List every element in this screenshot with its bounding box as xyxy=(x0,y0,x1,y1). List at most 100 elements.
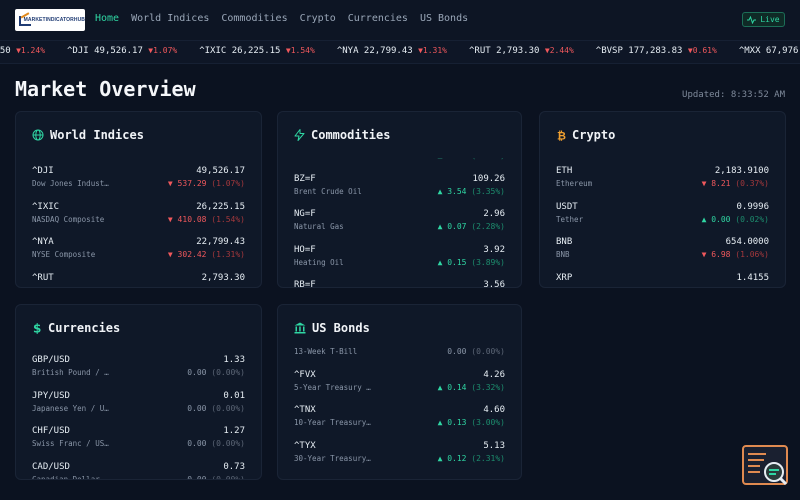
row-name: Heating Oil xyxy=(294,257,344,267)
card-rows: ETH Ethereum 2,183.9100 ▼ 8.21 (0.37%) USDT T… xyxy=(540,166,785,287)
row-change-percent: (3.35%) xyxy=(471,186,505,196)
ticker-change: ▼1.24% xyxy=(16,46,46,55)
row-change-value: ▼ 410.08 xyxy=(167,214,212,224)
row-change: 0.00 (0.00%) xyxy=(187,475,245,480)
row-name: 13-Week T-Bill xyxy=(294,347,358,356)
market-row[interactable]: ^DJI Dow Jones Indust… 49,526.17 ▼ 537.29 (… xyxy=(32,166,245,194)
row-name: NASDAQ Composite xyxy=(32,214,105,224)
market-row[interactable]: JPY/USD Japanese Yen / U… 0.01 0.00 (0.00%) xyxy=(32,391,245,419)
ticker-item: ^NYA 22,799.43 ▼1.31% xyxy=(337,46,447,56)
top-nav: MARKETINDICATORHUB Home World Indices Co… xyxy=(0,0,800,40)
nav-link-home[interactable]: Home xyxy=(95,13,119,24)
market-row[interactable]: GBP/USD British Pound / … 1.33 0.00 (0.00%) xyxy=(32,355,245,383)
nav-link-currencies[interactable]: Currencies xyxy=(348,13,408,24)
commodities-card: Commodities CL=FCrude Oil WTI▲ 4.10 (4.2… xyxy=(277,111,522,288)
row-symbol: CAD/USD xyxy=(32,461,70,472)
card-rows: GBP/USD British Pound / … 1.33 0.00 (0.00%)… xyxy=(16,355,261,479)
ticker-change: ▼0.61% xyxy=(687,46,717,55)
market-row[interactable]: BNB BNB 654.0000 ▼ 6.98 (1.06%) xyxy=(556,237,769,265)
nav-link-us-bonds[interactable]: US Bonds xyxy=(420,13,468,24)
row-price: 2,183.9100 xyxy=(714,166,769,176)
row-change-value: ▼ 302.42 xyxy=(167,250,212,259)
world-indices-card: World Indices ^DJI Dow Jones Indust… 49,52… xyxy=(15,111,262,288)
row-change: ▲ 4.10 (4.23%) xyxy=(438,158,505,160)
row-change-value: 0.00 xyxy=(187,368,212,377)
row-price: 0.9996 xyxy=(736,201,769,212)
ticker-item: ^IXIC 26,225.15 ▼1.54% xyxy=(199,46,315,56)
page-title: Market Overview xyxy=(15,77,196,101)
row-change: ▲ 0.14 (3.32%) xyxy=(438,383,505,392)
market-row[interactable]: RB=FRBOB Gasoline3.56 xyxy=(294,280,505,287)
row-change-percent: (4.23%) xyxy=(471,158,505,160)
crypto-card: ₿ Crypto ETH Ethereum 2,183.9100 ▼ 8.21 (0.… xyxy=(539,111,786,288)
row-name: Russell 2000 xyxy=(32,286,112,288)
market-row[interactable]: CAD/USD Canadian Dollar… 0.73 0.00 (0.00%) xyxy=(32,462,245,480)
row-price: 4.26 xyxy=(483,369,505,380)
market-row[interactable]: ^TNX 10-Year Treasury… 4.60 ▲ 0.13 (3.00%) xyxy=(294,405,505,433)
row-price: 5.13 xyxy=(483,440,505,451)
market-row[interactable]: ETH Ethereum 2,183.9100 ▼ 8.21 (0.37%) xyxy=(556,166,769,194)
row-price: 1.4155 xyxy=(736,272,769,283)
card-title: Commodities xyxy=(311,128,391,142)
market-row[interactable]: NG=F Natural Gas 2.96 ▲ 0.07 (2.28%) xyxy=(294,209,505,237)
row-price: 109.26 xyxy=(472,173,505,184)
row-change-value: 0.00 xyxy=(187,403,212,413)
row-price: 0.73 xyxy=(223,461,245,472)
card-title: Currencies xyxy=(48,321,121,335)
row-change: ▼ 8.21 (0.37%) xyxy=(702,179,769,188)
market-row[interactable]: CL=FCrude Oil WTI▲ 4.10 (4.23%) xyxy=(294,158,505,166)
market-row[interactable]: HO=F Heating Oil 3.92 ▲ 0.15 (3.89%) xyxy=(294,245,505,273)
row-change-percent: (2.28%) xyxy=(471,222,505,231)
row-symbol: BNB xyxy=(556,237,573,247)
row-change: ▼ 302.42 (1.31%) xyxy=(168,250,245,259)
row-symbol: ^TNX xyxy=(294,405,316,415)
row-symbol: ^RUT xyxy=(32,272,54,283)
row-change-percent: (2.44%) xyxy=(211,286,245,288)
market-row[interactable]: ^TYX 30-Year Treasury… 5.13 ▲ 0.12 (2.31%) xyxy=(294,441,505,469)
row-change: ▼ 410.08 (1.54%) xyxy=(168,215,245,224)
row-change-value: 0.00 xyxy=(447,347,472,356)
row-symbol: HO=F xyxy=(294,244,316,255)
site-logo[interactable]: MARKETINDICATORHUB xyxy=(15,9,85,31)
nav-link-world-indices[interactable]: World Indices xyxy=(131,13,209,24)
market-row[interactable]: ^FVX 5-Year Treasury … 4.26 ▲ 0.14 (3.32%) xyxy=(294,370,505,398)
currencies-card: $ Currencies GBP/USD British Pound / … 1.3… xyxy=(15,304,262,480)
row-change-percent: (0.00%) xyxy=(211,368,245,377)
row-symbol: ^NYA xyxy=(32,237,54,247)
row-name: Dow Jones Indust… xyxy=(32,179,109,188)
card-title: Crypto xyxy=(572,128,616,142)
market-row[interactable]: USDT Tether 0.9996 ▲ 0.00 (0.02%) xyxy=(556,202,769,230)
live-badge: Live xyxy=(742,12,785,27)
market-row[interactable]: BZ=F Brent Crude Oil 109.26 ▲ 3.54 (3.35%) xyxy=(294,174,505,202)
logo-text: MARKETINDICATORHUB xyxy=(23,17,85,23)
nav-link-crypto[interactable]: Crypto xyxy=(300,13,336,24)
live-label: Live xyxy=(760,15,780,24)
row-change-percent: (1.31%) xyxy=(211,250,245,259)
ticker-change: ▼2.44% xyxy=(544,46,574,55)
row-name: Brent Crude Oil xyxy=(294,186,362,196)
row-symbol: XRP xyxy=(556,272,573,283)
row-name: NYSE Composite xyxy=(32,250,96,259)
updated-timestamp: Updated: 8:33:52 AM xyxy=(682,90,785,100)
market-row[interactable]: ^RUT Russell 2000 2,793.30 ▼ 69.79 (2.44%) xyxy=(32,273,245,288)
row-change-percent: (1.06%) xyxy=(735,250,769,259)
ticker-symbol: ^MXX 67,976.50 xyxy=(738,46,800,56)
market-row[interactable]: XRP XRP 1.4155 xyxy=(556,273,769,288)
market-row[interactable]: ^NYA NYSE Composite 22,799.43 ▼ 302.42 (1.3… xyxy=(32,237,245,265)
row-symbol: ETH xyxy=(556,166,573,176)
card-title: US Bonds xyxy=(312,321,370,335)
nav-link-commodities[interactable]: Commodities xyxy=(221,13,287,24)
row-change: ▼ 6.98 (1.06%) xyxy=(702,250,769,259)
row-name: Swiss Franc / US… xyxy=(32,439,109,448)
chat-widget-button[interactable] xyxy=(742,445,788,487)
row-price: 26,225.15 xyxy=(196,201,245,212)
row-name: XRP xyxy=(556,286,636,288)
row-change: 0.00 (0.00%) xyxy=(187,368,245,377)
row-change-percent: (1.54%) xyxy=(211,214,245,224)
market-row[interactable]: CHF/USD Swiss Franc / US… 1.27 0.00 (0.00%) xyxy=(32,426,245,454)
row-symbol: GBP/USD xyxy=(32,355,70,365)
row-price: 4.60 xyxy=(483,405,505,415)
row-change-value: 0.00 xyxy=(187,474,212,480)
market-row[interactable]: ^IXIC NASDAQ Composite 26,225.15 ▼ 410.08 (… xyxy=(32,202,245,230)
market-row[interactable]: ^IRX 13-Week T-Bill 3.59 0.00 (0.00%) xyxy=(294,343,505,362)
